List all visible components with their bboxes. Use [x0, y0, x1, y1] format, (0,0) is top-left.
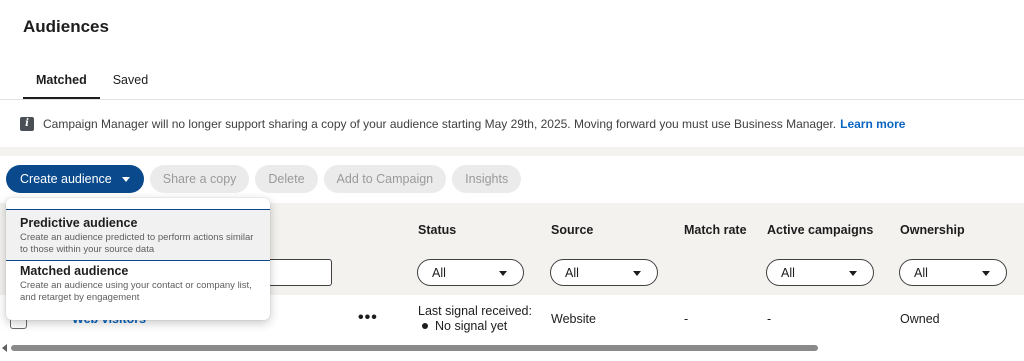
status-value-text: No signal yet	[435, 319, 508, 333]
chevron-down-icon	[849, 271, 857, 276]
tab-bar: Matched Saved	[23, 66, 161, 99]
menu-item-matched-audience[interactable]: Matched audience Create an audience usin…	[6, 261, 270, 320]
menu-item-description: Create an audience predicted to perform …	[20, 232, 254, 255]
create-audience-label: Create audience	[20, 172, 112, 186]
tab-matched[interactable]: Matched	[23, 66, 100, 99]
status-dot-icon	[422, 323, 428, 329]
match-rate-cell: -	[684, 312, 689, 326]
create-audience-button[interactable]: Create audience	[6, 165, 144, 193]
add-to-campaign-button[interactable]: Add to Campaign	[323, 165, 447, 193]
tab-saved[interactable]: Saved	[100, 66, 161, 99]
scrollbar-thumb[interactable]	[11, 345, 818, 351]
ownership-filter-value: All	[914, 265, 928, 280]
column-header-source[interactable]: Source	[551, 223, 593, 237]
menu-item-title: Predictive audience	[20, 216, 138, 230]
page-title: Audiences	[23, 17, 109, 36]
notice-banner: i Campaign Manager will no longer suppor…	[0, 100, 1024, 147]
chevron-down-icon	[633, 271, 641, 276]
create-audience-menu: Predictive audience Create an audience p…	[6, 198, 270, 320]
share-copy-button[interactable]: Share a copy	[149, 165, 250, 193]
more-actions-icon[interactable]: •••	[358, 309, 378, 327]
status-value: No signal yet	[418, 319, 507, 333]
horizontal-scrollbar[interactable]	[0, 343, 1024, 354]
active-campaigns-cell: -	[767, 312, 772, 326]
column-header-match-rate[interactable]: Match rate	[684, 223, 747, 237]
ownership-cell: Owned	[900, 312, 940, 326]
insights-button[interactable]: Insights	[452, 165, 522, 193]
active-campaigns-filter-value: All	[781, 265, 795, 280]
source-filter-value: All	[565, 265, 579, 280]
column-header-status[interactable]: Status	[418, 223, 456, 237]
notice-text: Campaign Manager will no longer support …	[43, 116, 837, 131]
menu-item-description: Create an audience using your contact or…	[20, 280, 252, 303]
learn-more-link[interactable]: Learn more	[840, 117, 905, 131]
delete-button[interactable]: Delete	[255, 165, 318, 193]
status-filter-select[interactable]: All	[417, 259, 524, 286]
column-header-ownership[interactable]: Ownership	[900, 223, 965, 237]
source-cell: Website	[551, 312, 596, 326]
info-icon: i	[20, 116, 34, 131]
status-filter-value: All	[432, 265, 446, 280]
section-divider	[0, 147, 1024, 156]
toolbar: Create audience Share a copy Delete Add …	[6, 165, 522, 193]
chevron-down-icon	[982, 271, 990, 276]
ownership-filter-select[interactable]: All	[899, 259, 1007, 286]
status-label: Last signal received:	[418, 304, 532, 318]
name-filter-input[interactable]	[266, 259, 332, 286]
menu-item-title: Matched audience	[20, 264, 129, 278]
caret-down-icon	[121, 176, 130, 182]
scroll-left-icon[interactable]	[2, 344, 7, 352]
menu-item-predictive-audience[interactable]: Predictive audience Create an audience p…	[6, 210, 270, 260]
chevron-down-icon	[499, 271, 507, 276]
column-header-active-campaigns[interactable]: Active campaigns	[767, 223, 873, 237]
source-filter-select[interactable]: All	[550, 259, 658, 286]
active-campaigns-filter-select[interactable]: All	[766, 259, 874, 286]
